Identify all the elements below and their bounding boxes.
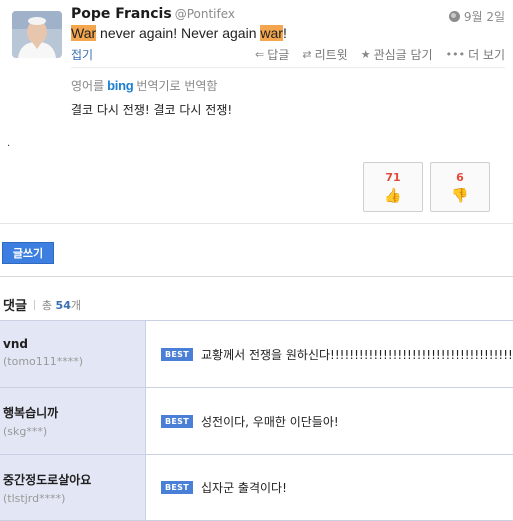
comment-row: 행복습니까 (skg***) BEST 성전이다, 우매한 이단들아! xyxy=(0,387,513,454)
star-icon: ★ xyxy=(360,48,371,61)
collapse-link[interactable]: 접기 xyxy=(71,46,93,63)
favorite-button[interactable]: ★ 관심글 담기 xyxy=(361,46,433,63)
embedded-tweet: Pope Francis @Pontifex 9월 2일 War never ag… xyxy=(0,0,513,224)
comment-text: 십자군 출격이다! xyxy=(200,481,287,495)
tweet-text: War never again! Never again war! xyxy=(71,25,287,41)
translated-text: 결코 다시 전쟁! 결코 다시 전쟁! xyxy=(71,103,233,117)
dislike-button[interactable]: 6 👎 xyxy=(430,162,490,212)
comment-user-id: (tlstjrd****) xyxy=(3,492,66,505)
dislike-count: 6 xyxy=(456,171,464,184)
best-badge: BEST xyxy=(161,481,193,494)
avatar[interactable] xyxy=(12,11,62,58)
favorite-label: 관심글 담기 xyxy=(373,48,433,62)
write-comment-button[interactable]: 글쓰기 xyxy=(2,242,54,264)
highlighted-word: war xyxy=(260,25,283,41)
comments-header: 댓글 총 54개 xyxy=(3,295,81,315)
comments-title: 댓글 xyxy=(3,299,27,314)
tweet-date[interactable]: 9월 2일 xyxy=(448,8,505,25)
tweet-author[interactable]: Pope Francis @Pontifex xyxy=(71,6,235,22)
comment-body: BEST 성전이다, 우매한 이단들아! xyxy=(146,388,513,454)
comment-body: BEST 교황께서 전쟁을 원하신다!!!!!!!!!!!!!!!!!!!!!!… xyxy=(146,321,513,387)
retweet-button[interactable]: ⇄ 리트윗 xyxy=(302,46,347,63)
reply-icon: ⇐ xyxy=(255,48,265,61)
reply-label: 답글 xyxy=(267,48,290,62)
tweet-text-part: ! xyxy=(282,25,287,41)
tweet-actions: ⇐ 답글 ⇄ 리트윗 ★ 관심글 담기 ••• 더 보기 xyxy=(255,46,505,63)
comment-user-id: (skg***) xyxy=(3,425,48,438)
comment-row: 중간정도로살아요 (tlstjrd****) BEST 십자군 출격이다! xyxy=(0,454,513,521)
translate-prefix: 영어를 xyxy=(71,79,105,93)
write-area: 글쓰기 xyxy=(0,224,513,277)
comment-user: 중간정도로살아요 (tlstjrd****) xyxy=(0,455,146,520)
like-button[interactable]: 71 👍 xyxy=(363,162,423,212)
best-badge: BEST xyxy=(161,414,193,428)
more-dots-icon: ••• xyxy=(445,48,466,61)
comment-nickname[interactable]: 중간정도로살아요 xyxy=(3,471,145,488)
comment-nickname[interactable]: vnd xyxy=(3,337,145,351)
translation-credit: 영어를 bing 번역기로 번역함 xyxy=(71,77,217,94)
count-unit: 개 xyxy=(70,298,81,312)
thumbs-down-icon: 👎 xyxy=(451,188,469,204)
bing-logo: bing xyxy=(107,78,134,93)
divider xyxy=(71,67,505,68)
tweet-text-part: never again! Never again xyxy=(96,25,261,41)
comment-count: 54 xyxy=(55,298,71,312)
comment-user: vnd (tomo111****) xyxy=(0,321,146,387)
like-count: 71 xyxy=(385,171,401,184)
comment-text: 교황께서 전쟁을 원하신다!!!!!!!!!!!!!!!!!!!!!!!!!!!… xyxy=(200,347,513,362)
comment-body: BEST 십자군 출격이다! xyxy=(146,455,513,520)
comment-text: 성전이다, 우매한 이단들아! xyxy=(200,414,339,429)
globe-icon xyxy=(448,11,460,22)
comment-row: vnd (tomo111****) BEST 교황께서 전쟁을 원하신다!!!!… xyxy=(0,320,513,387)
author-handle[interactable]: @Pontifex xyxy=(175,7,235,21)
comment-list: vnd (tomo111****) BEST 교황께서 전쟁을 원하신다!!!!… xyxy=(0,320,513,521)
translate-suffix: 번역기로 번역함 xyxy=(136,79,218,93)
comment-user: 행복습니까 (skg***) xyxy=(0,388,146,454)
highlighted-word: War xyxy=(71,25,97,41)
author-name[interactable]: Pope Francis xyxy=(71,6,172,22)
comment-user-id: (tomo111****) xyxy=(3,355,84,368)
bullet-dot: · xyxy=(7,141,11,152)
more-label: 더 보기 xyxy=(468,48,505,62)
retweet-label: 리트윗 xyxy=(314,48,348,62)
best-badge: BEST xyxy=(161,347,193,361)
date-text: 9월 2일 xyxy=(463,10,505,24)
reply-button[interactable]: ⇐ 답글 xyxy=(255,46,289,63)
more-button[interactable]: ••• 더 보기 xyxy=(446,46,505,63)
retweet-icon: ⇄ xyxy=(302,48,312,61)
total-label: 총 xyxy=(41,298,53,312)
divider xyxy=(33,299,35,310)
comment-nickname[interactable]: 행복습니까 xyxy=(3,404,145,421)
thumbs-up-icon: 👍 xyxy=(384,188,402,204)
comments-total: 총 54개 xyxy=(42,297,81,313)
